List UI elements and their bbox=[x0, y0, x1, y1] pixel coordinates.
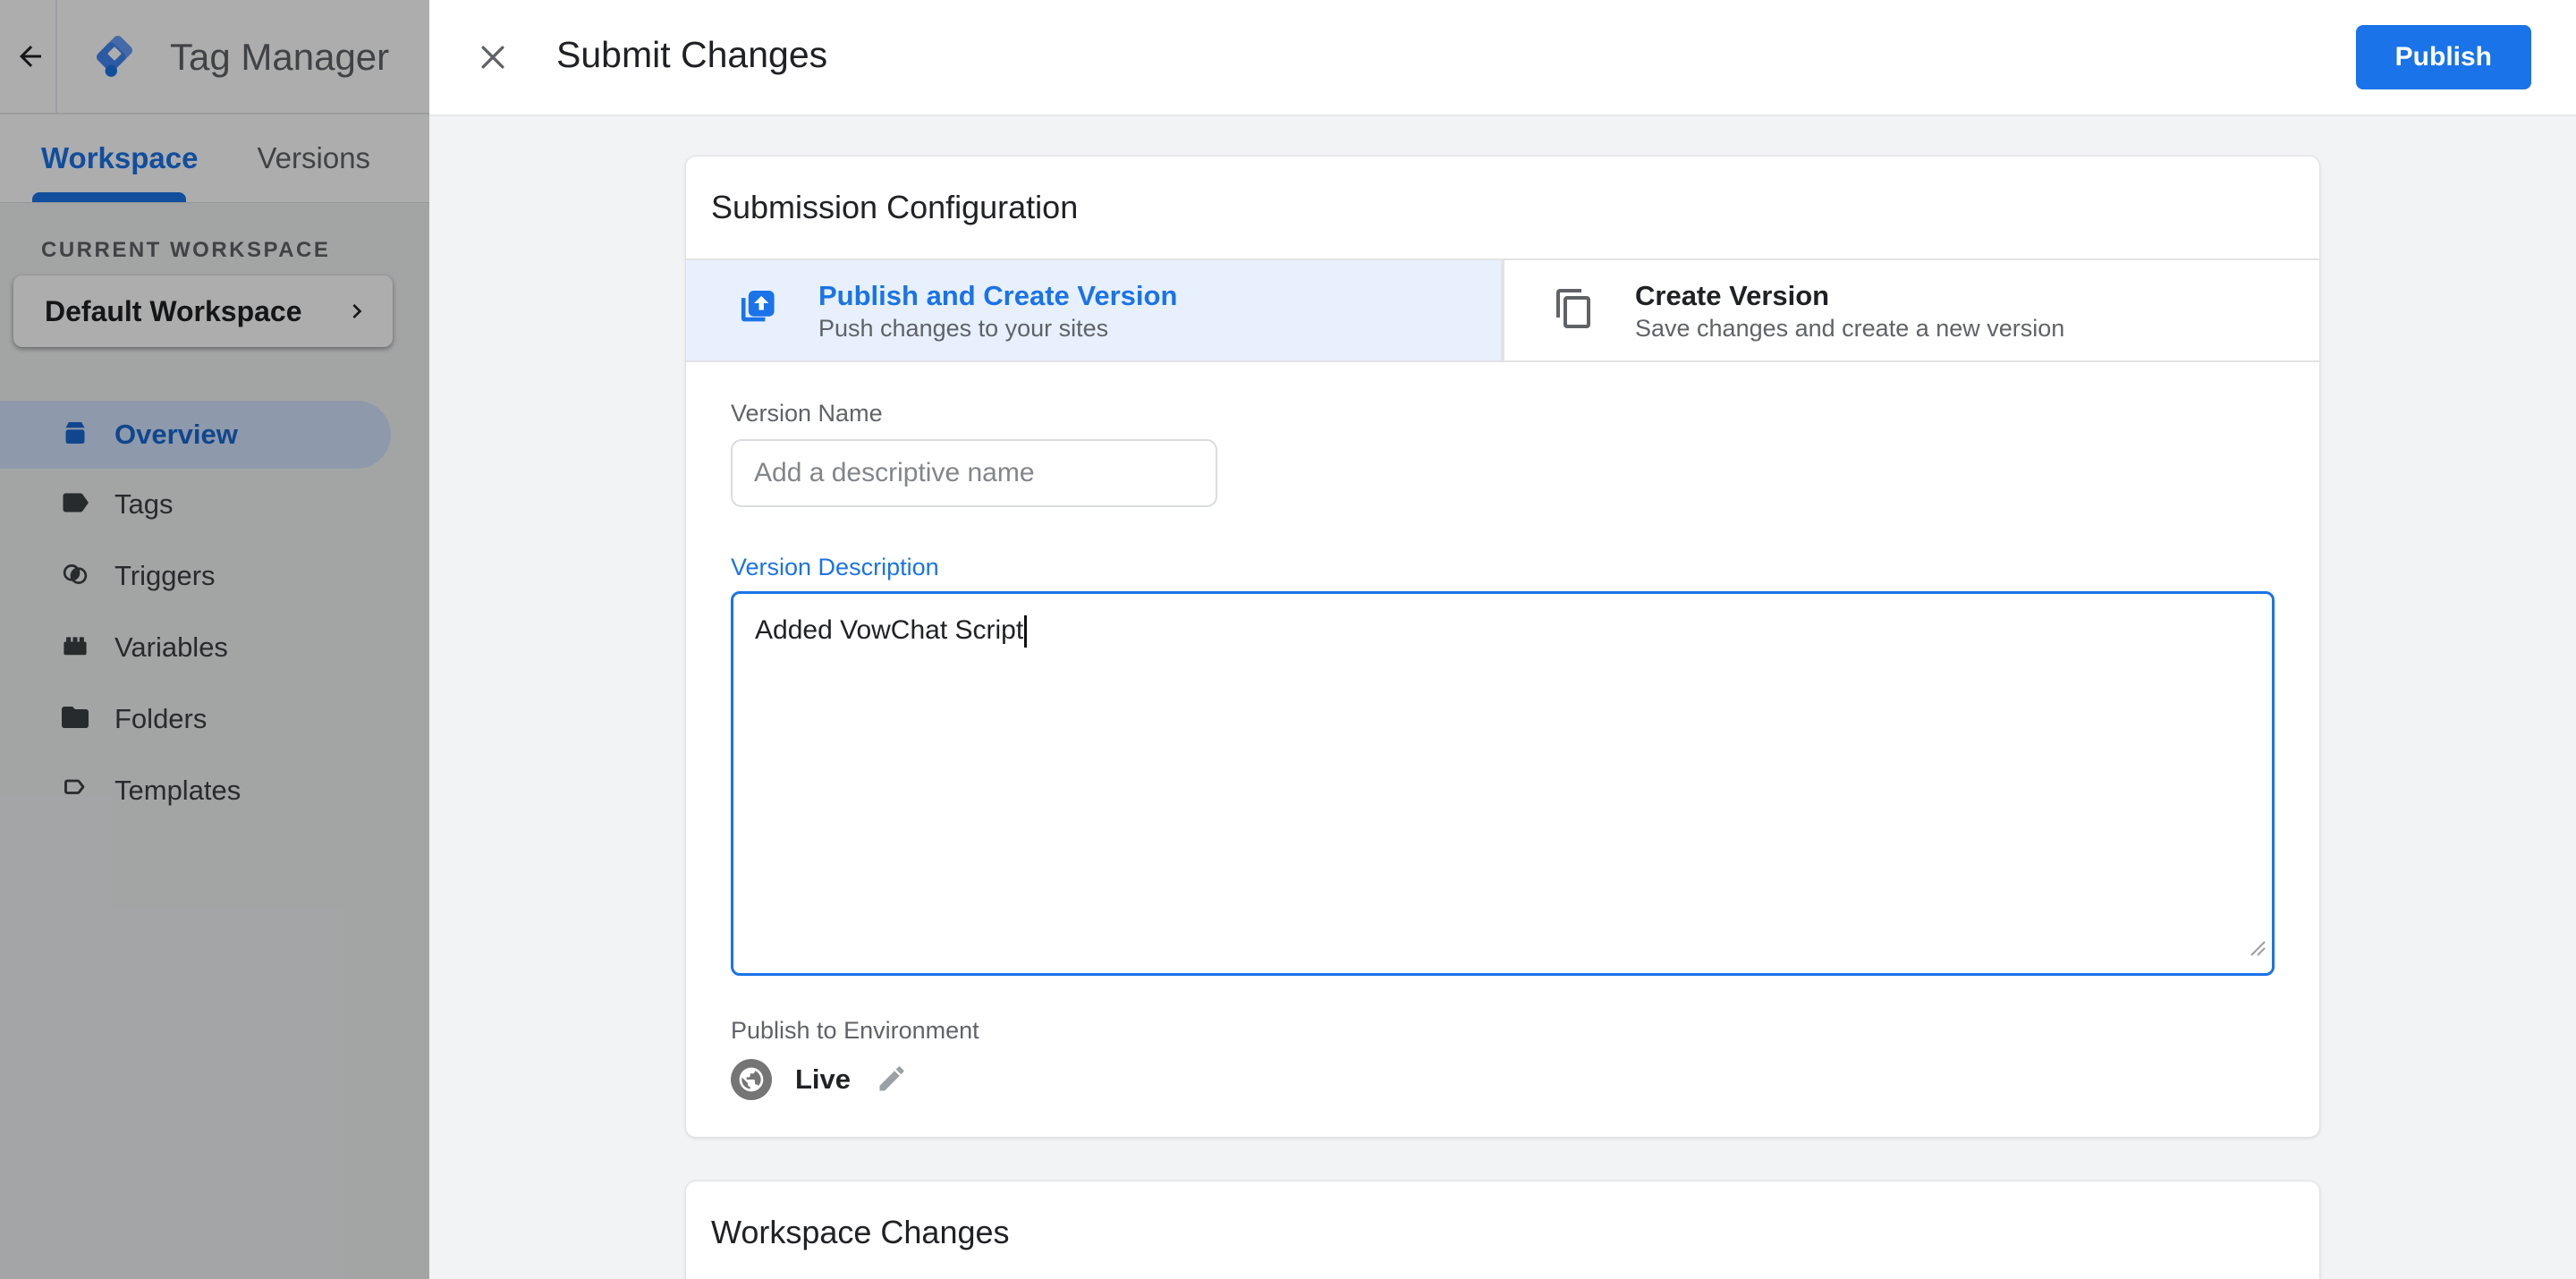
option-subtitle: Push changes to your sites bbox=[818, 314, 1109, 342]
option-title: Publish and Create Version bbox=[818, 279, 1178, 311]
text-cursor bbox=[1024, 615, 1028, 648]
submission-type-options: Publish and Create Version Push changes … bbox=[686, 258, 2319, 362]
version-name-label: Version Name bbox=[731, 400, 883, 427]
copy-pages-icon bbox=[1553, 287, 1596, 335]
version-description-text: Added VowChat Script bbox=[755, 615, 1024, 645]
modal-scrim bbox=[0, 0, 429, 1279]
resize-gripper-icon[interactable] bbox=[2246, 931, 2267, 969]
version-description-label: Version Description bbox=[731, 554, 939, 580]
submission-configuration-title: Submission Configuration bbox=[711, 189, 1079, 225]
option-create-version[interactable]: Create Version Save changes and create a… bbox=[1504, 260, 2319, 360]
globe-icon bbox=[731, 1059, 772, 1100]
publish-icon bbox=[734, 286, 779, 335]
dialog-body: Submission Configuration Publish and Cre… bbox=[429, 116, 2576, 1279]
environment-row: Live bbox=[731, 1058, 2275, 1101]
submission-fields: Version Name Version Description Added V… bbox=[686, 398, 2319, 1137]
dialog-title: Submit Changes bbox=[556, 34, 828, 75]
environment-name: Live bbox=[795, 1063, 852, 1095]
version-name-input[interactable] bbox=[731, 439, 1217, 507]
submit-changes-dialog: Submit Changes Publish Submission Config… bbox=[429, 0, 2576, 1279]
workspace-changes-card: Workspace Changes bbox=[685, 1181, 2320, 1279]
dialog-header: Submit Changes Publish bbox=[429, 0, 2576, 116]
publish-button[interactable]: Publish bbox=[2355, 25, 2531, 89]
option-title: Create Version bbox=[1635, 279, 1830, 311]
publish-to-environment-label: Publish to Environment bbox=[731, 1017, 979, 1044]
option-publish-and-create-version[interactable]: Publish and Create Version Push changes … bbox=[686, 260, 1501, 360]
close-icon[interactable] bbox=[474, 39, 512, 77]
version-description-textarea[interactable]: Added VowChat Script bbox=[731, 591, 2275, 976]
workspace-changes-title: Workspace Changes bbox=[711, 1214, 1010, 1250]
submission-configuration-card: Submission Configuration Publish and Cre… bbox=[685, 156, 2320, 1138]
edit-pencil-icon[interactable] bbox=[876, 1062, 908, 1097]
option-subtitle: Save changes and create a new version bbox=[1635, 314, 2065, 342]
